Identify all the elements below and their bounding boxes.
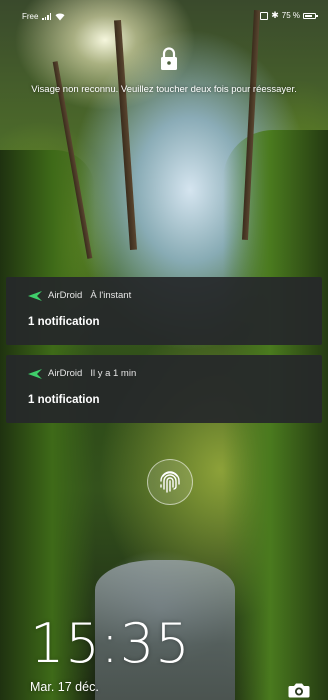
camera-icon[interactable] <box>288 682 310 698</box>
wifi-icon <box>55 13 65 20</box>
lock-icon <box>161 47 177 70</box>
notification-app-name: AirDroid <box>48 290 83 301</box>
notification-header: AirDroid Il y a 1 min <box>28 368 136 379</box>
signal-bars-icon <box>42 13 52 20</box>
nfc-icon <box>260 11 269 20</box>
battery-fill <box>305 14 312 17</box>
lock-screen: Free ✱ 75 % Visage non reconnu. Veuillez… <box>0 0 328 700</box>
status-bar-right: ✱ 75 % <box>260 10 318 20</box>
lock-date: Mar. 17 déc. <box>30 680 99 694</box>
wallpaper-tree-trunk <box>113 20 138 250</box>
fingerprint-button[interactable] <box>147 459 193 505</box>
carrier-name: Free <box>22 12 39 21</box>
notification-time: À l'instant <box>90 290 132 301</box>
fingerprint-icon <box>160 471 180 493</box>
notification-body: 1 notification <box>28 394 100 406</box>
notification-card[interactable]: AirDroid Il y a 1 min 1 notification <box>6 355 322 423</box>
battery-icon <box>303 12 318 19</box>
bluetooth-icon: ✱ <box>271 10 279 20</box>
face-unlock-message: Visage non reconnu. Veuillez toucher deu… <box>31 84 297 95</box>
status-bar: Free ✱ 75 % <box>0 0 328 26</box>
notification-card[interactable]: AirDroid À l'instant 1 notification <box>6 277 322 345</box>
notification-body: 1 notification <box>28 316 100 328</box>
airdroid-icon <box>28 368 42 379</box>
status-bar-left: Free <box>22 12 65 21</box>
notification-time: Il y a 1 min <box>90 368 137 379</box>
notification-app-name: AirDroid <box>48 368 83 379</box>
lock-clock: 15:35 <box>30 612 191 675</box>
battery-percent: 75 % <box>281 11 300 20</box>
airdroid-icon <box>28 290 42 301</box>
notification-header: AirDroid À l'instant <box>28 290 131 301</box>
